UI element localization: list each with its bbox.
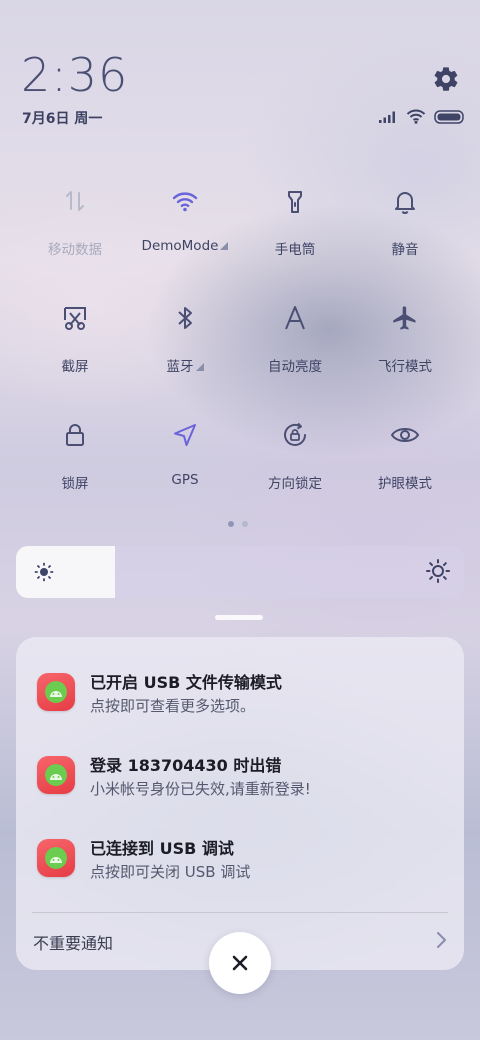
tile-label: 蓝牙	[166, 359, 194, 375]
tile-mobile-data[interactable]: 移动数据	[20, 180, 130, 297]
close-icon	[232, 955, 248, 971]
brightness-slider[interactable]	[16, 546, 464, 598]
drag-handle[interactable]	[215, 615, 263, 620]
mobile-data-icon	[60, 186, 90, 216]
tile-silent[interactable]: 静音	[350, 180, 460, 297]
expand-triangle-icon	[220, 242, 229, 250]
page-dot-2[interactable]	[242, 521, 248, 527]
lock-icon	[60, 420, 90, 450]
notification-item[interactable]: 已连接到 USB 调试 点按即可关闭 USB 调试	[16, 803, 464, 883]
notification-item[interactable]: 已开启 USB 文件传输模式 点按即可查看更多选项。	[16, 637, 464, 717]
tile-rotation-lock[interactable]: 方向锁定	[240, 414, 350, 531]
bell-icon	[390, 186, 420, 216]
airplane-icon	[390, 303, 420, 333]
eye-icon	[390, 420, 420, 450]
tile-label: 护眼模式	[378, 476, 432, 492]
tile-label: 方向锁定	[268, 476, 322, 492]
android-system-app-icon	[37, 756, 75, 794]
clear-all-button[interactable]	[209, 932, 271, 994]
tile-label-wrap: DemoMode	[142, 238, 229, 254]
brightness-high-icon	[426, 559, 450, 583]
page-indicator	[228, 521, 248, 527]
tile-label: 飞行模式	[378, 359, 432, 375]
tile-auto-brightness[interactable]: 自动亮度	[240, 297, 350, 414]
tile-lock-screen[interactable]: 锁屏	[20, 414, 130, 531]
auto-brightness-icon	[280, 303, 310, 333]
tile-airplane[interactable]: 飞行模式	[350, 297, 460, 414]
notification-body: 小米帐号身份已失效,请重新登录!	[90, 780, 311, 798]
divider	[32, 912, 448, 913]
tile-wifi[interactable]: DemoMode	[130, 180, 240, 297]
notification-title: 已开启 USB 文件传输模式	[90, 673, 282, 692]
notification-item[interactable]: 登录 183704430 时出错 小米帐号身份已失效,请重新登录!	[16, 720, 464, 800]
unimportant-notifications-link[interactable]: 不重要通知	[33, 930, 113, 954]
tile-label: 自动亮度	[268, 359, 322, 375]
settings-button[interactable]	[432, 65, 460, 93]
notification-body: 点按即可关闭 USB 调试	[90, 863, 251, 881]
status-header: 2:36 7月6日 周一	[0, 0, 480, 140]
rotation-lock-icon	[280, 420, 310, 450]
notification-title: 已连接到 USB 调试	[90, 839, 234, 858]
tile-flashlight[interactable]: 手电筒	[240, 180, 350, 297]
tile-bluetooth[interactable]: 蓝牙	[130, 297, 240, 414]
android-system-app-icon	[37, 673, 75, 711]
tile-gps[interactable]: GPS	[130, 414, 240, 531]
tile-label: 移动数据	[48, 242, 102, 258]
tile-label: 手电筒	[274, 242, 316, 258]
page-dot-1[interactable]	[228, 521, 234, 527]
tile-label: 锁屏	[61, 476, 89, 492]
quick-settings-grid: 移动数据 DemoMode 手电筒 静音 截屏 蓝牙 自动亮度 飞行模式 锁屏 …	[20, 180, 460, 531]
signal-icon	[379, 111, 395, 123]
expand-triangle-icon	[195, 363, 204, 371]
bluetooth-icon	[170, 303, 200, 333]
notification-body: 点按即可查看更多选项。	[90, 697, 256, 715]
battery-icon	[434, 109, 464, 124]
wifi-icon	[406, 109, 426, 124]
notification-panel: 已开启 USB 文件传输模式 点按即可查看更多选项。 登录 183704430 …	[16, 637, 464, 970]
system-status-icons	[378, 109, 466, 124]
wifi-icon	[170, 186, 200, 216]
notification-title: 登录 183704430 时出错	[90, 756, 282, 775]
tile-eye-care[interactable]: 护眼模式	[350, 414, 460, 531]
brightness-low-icon	[34, 562, 54, 582]
flashlight-icon	[280, 186, 310, 216]
android-system-app-icon	[37, 839, 75, 877]
tile-label: 静音	[391, 242, 419, 258]
tile-screenshot[interactable]: 截屏	[20, 297, 130, 414]
date[interactable]: 7月6日 周一	[22, 108, 102, 128]
tile-label-wrap: 蓝牙	[167, 355, 204, 375]
tile-label: GPS	[171, 472, 199, 488]
tile-label: 截屏	[61, 359, 89, 375]
brightness-fill	[16, 546, 115, 598]
clock[interactable]: 2:36	[21, 48, 128, 102]
screenshot-icon	[60, 303, 90, 333]
tile-label: DemoMode	[141, 238, 219, 254]
chevron-right-icon[interactable]	[434, 931, 448, 949]
location-icon	[170, 420, 200, 450]
gear-icon	[434, 67, 458, 91]
